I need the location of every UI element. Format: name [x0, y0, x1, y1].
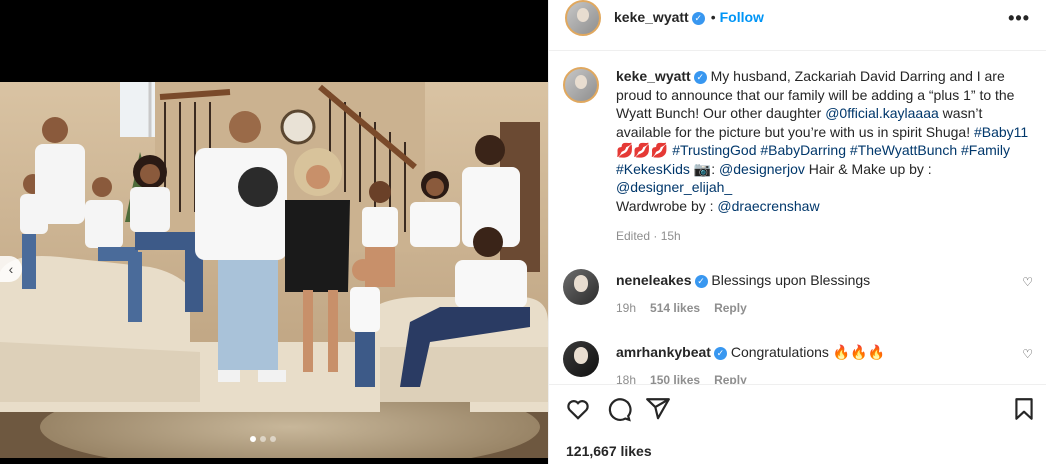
likes-count[interactable]: 121,667 likes	[566, 443, 652, 459]
verified-badge-icon: ✓	[691, 11, 705, 25]
post-header: keke_wyatt ✓ • Follow •••	[549, 0, 1046, 36]
hashtag-link[interactable]: #KekesKids	[616, 161, 690, 177]
caption-text-fragment: wasn’t	[938, 105, 983, 121]
family-photo[interactable]	[0, 82, 548, 458]
like-comment-heart-icon[interactable]: ♡	[1022, 275, 1033, 289]
camera-icon: 📷:	[689, 160, 720, 177]
carousel-dot	[250, 436, 256, 442]
post-caption: keke_wyatt ✓ My husband, Zackariah David …	[563, 67, 1033, 243]
reply-button[interactable]: Reply	[714, 301, 747, 315]
post-panel: keke_wyatt ✓ • Follow ••• keke_wyatt ✓ My hu…	[548, 0, 1046, 464]
chevron-left-icon: ‹	[8, 261, 14, 277]
actions-divider	[549, 384, 1046, 385]
reply-button[interactable]: Reply	[714, 373, 747, 384]
comment-text: Congratulations	[730, 344, 829, 360]
hashtag-link[interactable]: #Baby11	[974, 124, 1028, 140]
separator: •	[710, 9, 716, 25]
verified-badge-icon: ✓	[713, 346, 727, 360]
caption-line: Wyatt Bunch! Our other daughter	[616, 105, 826, 121]
commenter-avatar[interactable]	[563, 341, 599, 377]
caption-avatar[interactable]	[563, 67, 599, 103]
caption-text: keke_wyatt ✓ My husband, Zackariah David …	[616, 67, 1033, 215]
hashtag-links[interactable]: #TrustingGod #BabyDarring #TheWyattBunch…	[672, 142, 1010, 158]
more-options-icon[interactable]: •••	[1008, 8, 1030, 29]
lips-emoji: 💋💋💋	[616, 142, 669, 158]
comment-likes[interactable]: 514 likes	[650, 301, 700, 315]
save-bookmark-icon[interactable]	[1011, 396, 1037, 422]
commenter-avatar[interactable]	[563, 269, 599, 305]
comment-bubble-icon[interactable]	[606, 396, 632, 422]
caption-line: proud to announce that our family will b…	[616, 86, 1015, 103]
caption-line: My husband, Zackariah David Darring and …	[710, 68, 1005, 84]
fire-emoji: 🔥🔥🔥	[832, 344, 886, 360]
comment-item: neneleakes ✓ Blessings upon Blessings 19h…	[563, 269, 1033, 315]
caption-line: Hair & Make up by :	[808, 160, 932, 177]
carousel-indicator	[250, 436, 276, 442]
like-heart-icon[interactable]	[565, 396, 591, 422]
like-comment-heart-icon[interactable]: ♡	[1022, 347, 1033, 361]
edited-timestamp: Edited · 15h	[616, 229, 681, 243]
carousel-dot	[260, 436, 266, 442]
mention-link[interactable]: @designer_elijah_	[616, 178, 1033, 197]
commenter-username[interactable]: neneleakes	[616, 272, 692, 288]
action-bar	[549, 396, 1046, 432]
caption-username[interactable]: keke_wyatt	[616, 68, 691, 84]
commenter-username[interactable]: amrhankybeat	[616, 344, 711, 360]
carousel-dot	[270, 436, 276, 442]
comment-text: Blessings upon Blessings	[711, 272, 871, 288]
verified-badge-icon: ✓	[693, 70, 707, 84]
author-username[interactable]: keke_wyatt	[614, 9, 689, 25]
comment-time: 19h	[616, 301, 637, 315]
comment-item: amrhankybeat ✓ Congratulations 🔥🔥🔥 18h 15…	[563, 341, 1033, 384]
comment-time: 18h	[616, 373, 637, 384]
caption-line: Wardwrobe by :	[616, 197, 718, 214]
comments-section: keke_wyatt ✓ My husband, Zackariah David …	[549, 50, 1046, 384]
author-avatar[interactable]	[565, 0, 601, 36]
comment-likes[interactable]: 150 likes	[650, 373, 700, 384]
share-send-icon[interactable]	[645, 396, 671, 422]
mention-link[interactable]: @0fficial.kaylaaaa	[825, 105, 939, 121]
mention-link[interactable]: @draecrenshaw	[717, 198, 819, 214]
post-media: ‹	[0, 0, 548, 464]
verified-badge-icon: ✓	[694, 274, 708, 288]
mention-link[interactable]: @designerjov	[719, 161, 805, 177]
follow-button[interactable]: Follow	[720, 9, 764, 25]
caption-line: available for the picture but you’re wit…	[616, 123, 974, 140]
